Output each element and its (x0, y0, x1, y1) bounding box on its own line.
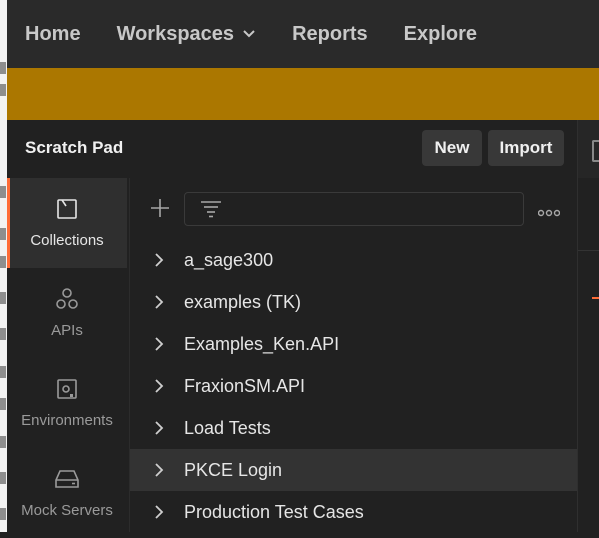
chevron-right-icon[interactable] (154, 421, 164, 440)
panel-title: Scratch Pad (25, 138, 124, 157)
collection-row[interactable]: Examples_Ken.API (130, 323, 578, 365)
collection-row[interactable]: a_sage300 (130, 239, 578, 281)
filter-field[interactable] (184, 192, 524, 226)
collection-name: examples (TK) (184, 292, 302, 312)
sidebar-item-apis[interactable]: APIs (7, 268, 127, 358)
active-tab-indicator (592, 297, 599, 299)
nav-home[interactable]: Home (25, 23, 81, 46)
chevron-right-icon[interactable] (154, 379, 164, 398)
notification-banner (7, 68, 599, 120)
sidebar-rail: Collections APIs Environments Mock Serve… (7, 178, 127, 532)
collection-name: a_sage300 (184, 250, 274, 270)
sidebar-item-label: APIs (51, 322, 83, 339)
new-button[interactable]: New (422, 130, 482, 166)
sidebar-item-collections[interactable]: Collections (7, 178, 127, 268)
nav-workspaces[interactable]: Workspaces (117, 23, 256, 46)
chevron-right-icon[interactable] (154, 463, 164, 482)
nav-reports[interactable]: Reports (292, 23, 368, 46)
collections-pane: a_sage300 examples (TK) Examples_Ken.API… (129, 178, 578, 532)
chevron-right-icon[interactable] (154, 253, 164, 272)
mock-server-icon (54, 466, 80, 492)
collection-row[interactable]: Production Test Cases (130, 491, 578, 533)
collection-row[interactable]: FraxionSM.API (130, 365, 578, 407)
scratch-pad-panel: Scratch Pad New Import Collections APIs … (7, 120, 578, 532)
import-button[interactable]: Import (488, 130, 564, 166)
panel-header: Scratch Pad New Import (7, 120, 577, 178)
nav-explore[interactable]: Explore (404, 23, 477, 46)
nav-reports-label: Reports (292, 22, 368, 45)
collection-icon (55, 196, 79, 222)
collections-toolbar (130, 178, 578, 236)
chevron-down-icon (242, 29, 256, 39)
sidebar-item-label: Mock Servers (21, 502, 113, 519)
sidebar-item-environments[interactable]: Environments (7, 358, 127, 448)
right-panel-edge (577, 120, 599, 532)
sidebar-item-mock-servers[interactable]: Mock Servers (7, 448, 127, 538)
sidebar-toggle-icon[interactable] (592, 140, 599, 162)
collection-row[interactable]: examples (TK) (130, 281, 578, 323)
apis-icon (54, 286, 80, 312)
collection-name: FraxionSM.API (184, 376, 306, 396)
collection-row[interactable]: PKCE Login (130, 449, 578, 491)
sidebar-item-label: Collections (30, 232, 104, 249)
divider (578, 250, 599, 251)
nav-home-label: Home (25, 22, 81, 45)
collection-name: Load Tests (184, 418, 271, 438)
collection-name: Production Test Cases (184, 502, 364, 522)
collection-row[interactable]: Load Tests (130, 407, 578, 449)
chevron-right-icon[interactable] (154, 295, 164, 314)
collection-name: PKCE Login (184, 460, 283, 480)
add-collection-icon[interactable] (150, 198, 170, 223)
environment-icon (55, 376, 79, 402)
collection-name: Examples_Ken.API (184, 334, 340, 354)
more-options-icon[interactable] (537, 204, 561, 222)
filter-icon (201, 200, 221, 223)
chevron-right-icon[interactable] (154, 505, 164, 524)
sidebar-item-label: Environments (21, 412, 113, 429)
top-navigation: Home Workspaces Reports Explore (7, 0, 599, 68)
chevron-right-icon[interactable] (154, 337, 164, 356)
nav-workspaces-label: Workspaces (116, 22, 235, 45)
nav-explore-label: Explore (403, 22, 477, 45)
filter-input[interactable] (229, 197, 513, 221)
